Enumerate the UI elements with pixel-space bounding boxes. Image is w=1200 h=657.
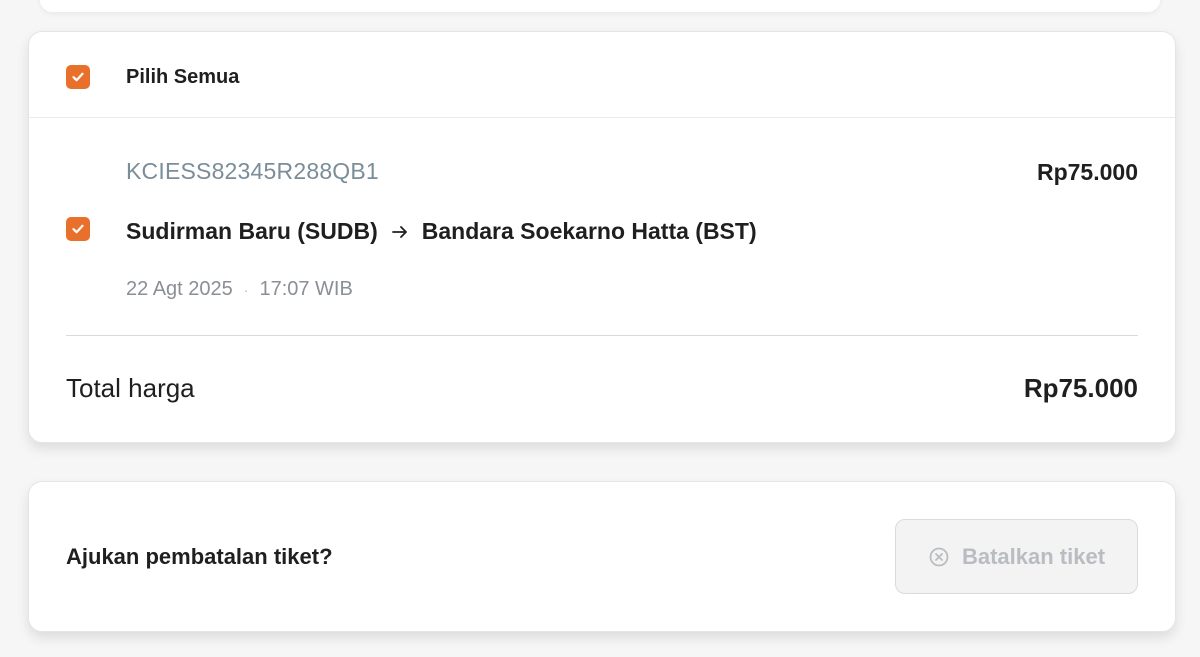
ticket-price: Rp75.000	[1036, 159, 1138, 185]
check-icon	[72, 72, 84, 82]
divider	[66, 335, 1138, 336]
select-all-label: Pilih Semua	[126, 66, 240, 88]
select-all-row[interactable]: Pilih Semua	[29, 32, 1175, 118]
route-origin: Sudirman Baru (SUDB)	[126, 218, 378, 244]
ticket-schedule: 22 Agt 2025 · 17:07 WIB	[126, 278, 353, 301]
ticket-code: KCIESS82345R288QB1	[126, 158, 379, 184]
cancel-ticket-button[interactable]: Batalkan tiket	[895, 519, 1138, 594]
ticket-date: 22 Agt 2025	[126, 278, 233, 300]
ticket-selection-card: Pilih Semua KCIESS82345R288QB1 Rp75.000 …	[28, 31, 1176, 443]
cancel-button-label: Batalkan tiket	[961, 543, 1106, 569]
circle-x-icon	[928, 546, 950, 568]
arrow-right-icon	[390, 222, 410, 242]
total-label: Total harga	[66, 373, 195, 403]
check-icon	[72, 224, 84, 234]
select-all-checkbox[interactable]	[66, 65, 90, 89]
cancel-card: Ajukan pembatalan tiket? Batalkan tiket	[28, 481, 1176, 632]
route-destination: Bandara Soekarno Hatta (BST)	[421, 218, 757, 244]
ticket-time: 17:07 WIB	[259, 278, 353, 300]
meta-separator: ·	[243, 281, 249, 298]
ticket-route: Sudirman Baru (SUDB) Bandara Soekarno Ha…	[126, 218, 757, 245]
cancel-question: Ajukan pembatalan tiket?	[66, 544, 333, 569]
total-value: Rp75.000	[1023, 373, 1138, 403]
previous-card-edge	[40, 0, 1160, 12]
ticket-checkbox[interactable]	[66, 217, 90, 241]
